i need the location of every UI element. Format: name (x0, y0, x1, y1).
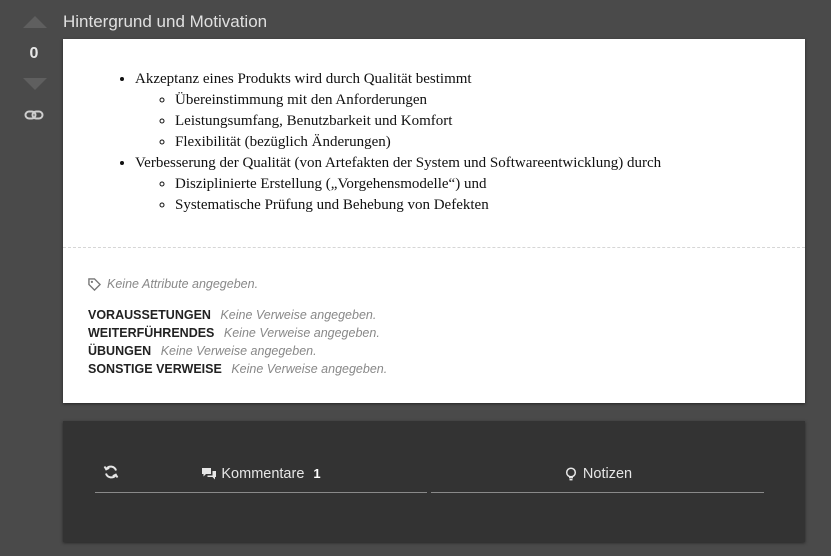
reference-value: Keine Verweise angegeben. (231, 362, 388, 376)
tab-comments[interactable]: Kommentare 1 (95, 457, 427, 493)
list-item: Verbesserung der Qualität (von Artefakte… (135, 153, 805, 216)
sub-list-item: Flexibilität (bezüglich Änderungen) (175, 132, 805, 153)
reference-value: Keine Verweise angegeben. (220, 308, 377, 322)
sub-list-item: Übereinstimmung mit den Anforderungen (175, 90, 805, 111)
reference-value: Keine Verweise angegeben. (160, 344, 317, 358)
reference-row: WEITERFÜHRENDES Keine Verweise angegeben… (88, 324, 387, 342)
attributes-row: Keine Attribute angegeben. (88, 277, 258, 291)
reference-label: ÜBUNGEN (88, 344, 152, 358)
sub-list: Übereinstimmung mit den Anforderungen Le… (135, 90, 805, 153)
discussion-panel: Kommentare 1 Notizen (63, 421, 805, 542)
tab-notes[interactable]: Notizen (431, 457, 764, 493)
content-body: Akzeptanz eines Produkts wird durch Qual… (63, 39, 805, 216)
sub-list-item: Leistungsumfang, Benutzbarkeit und Komfo… (175, 111, 805, 132)
bullet-list: Akzeptanz eines Produkts wird durch Qual… (63, 69, 805, 216)
divider (63, 247, 805, 248)
sub-list: Disziplinierte Erstellung („Vorgehensmod… (135, 174, 805, 216)
reference-row: ÜBUNGEN Keine Verweise angegeben. (88, 342, 387, 360)
reference-label: SONSTIGE VERWEISE (88, 362, 222, 376)
content-card: Akzeptanz eines Produkts wird durch Qual… (63, 39, 805, 403)
comments-icon (202, 467, 217, 479)
tag-icon (88, 277, 101, 291)
attributes-empty-text: Keine Attribute angegeben. (107, 277, 259, 291)
reference-value: Keine Verweise angegeben. (223, 326, 380, 340)
lightbulb-icon (565, 466, 576, 480)
downvote-button[interactable] (23, 78, 47, 90)
list-item-text: Akzeptanz eines Produkts wird durch Qual… (135, 71, 472, 87)
list-item-text: Verbesserung der Qualität (von Artefakte… (135, 155, 662, 171)
sub-list-item: Systematische Prüfung und Behebung von D… (175, 195, 805, 216)
reference-row: SONSTIGE VERWEISE Keine Verweise angegeb… (88, 360, 387, 378)
references-block: VORAUSSETUNGEN Keine Verweise angegeben.… (88, 306, 387, 378)
reference-label: VORAUSSETUNGEN (88, 308, 211, 322)
link-icon[interactable] (24, 107, 44, 123)
tab-comments-label: Kommentare (221, 465, 305, 482)
upvote-button[interactable] (23, 16, 47, 28)
comments-count-badge: 1 (313, 466, 321, 481)
reference-label: WEITERFÜHRENDES (88, 326, 215, 340)
list-item: Akzeptanz eines Produkts wird durch Qual… (135, 69, 805, 153)
reference-row: VORAUSSETUNGEN Keine Verweise angegeben. (88, 306, 387, 324)
vote-count: 0 (29, 45, 39, 62)
sub-list-item: Disziplinierte Erstellung („Vorgehensmod… (175, 174, 805, 195)
section-title: Hintergrund und Motivation (63, 12, 268, 31)
tab-notes-label: Notizen (582, 465, 633, 482)
